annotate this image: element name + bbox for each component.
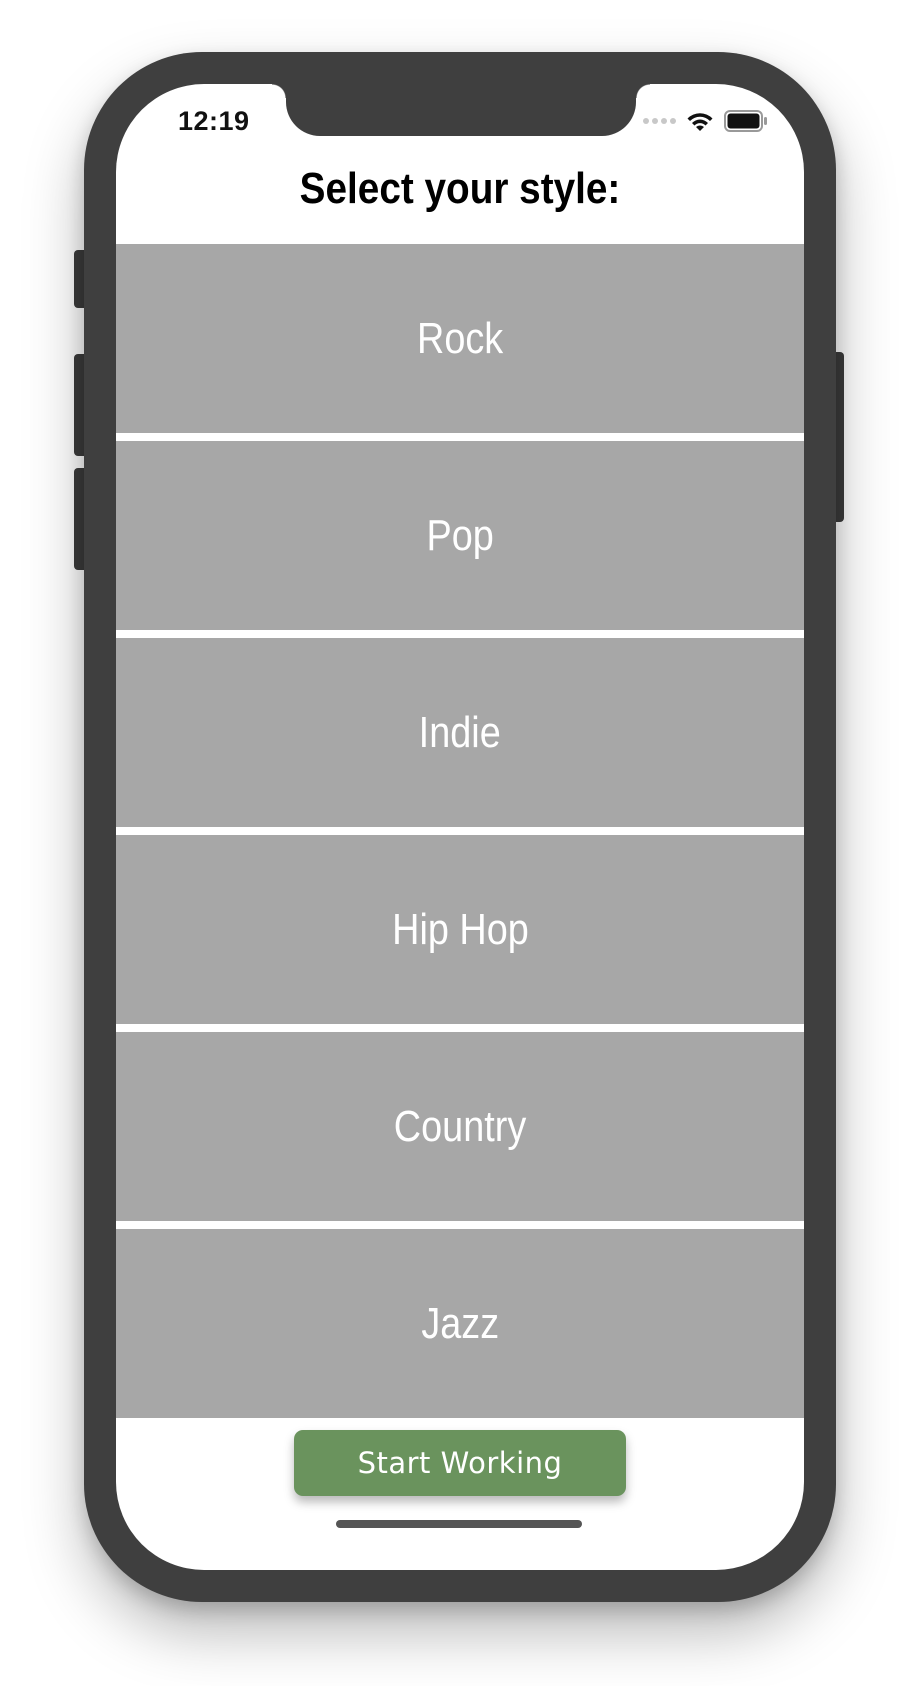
phone-frame: 12:19 Select your style: Rock Pop Indie … bbox=[84, 52, 836, 1602]
wifi-icon bbox=[687, 113, 713, 131]
style-list: Rock Pop Indie Hip Hop Country Jazz bbox=[116, 244, 804, 1418]
style-option-label: Hip Hop bbox=[391, 904, 529, 954]
style-option-label: Pop bbox=[426, 510, 494, 560]
app-screen: 12:19 Select your style: Rock Pop Indie … bbox=[116, 84, 804, 1570]
status-icons bbox=[643, 110, 768, 132]
style-option-label: Country bbox=[393, 1101, 527, 1151]
style-option-pop[interactable]: Pop bbox=[116, 441, 804, 630]
style-option-label: Rock bbox=[416, 313, 504, 363]
style-option-label: Indie bbox=[418, 707, 502, 757]
battery-icon bbox=[724, 110, 767, 132]
signal-icon bbox=[643, 118, 676, 124]
style-option-label: Jazz bbox=[421, 1298, 499, 1348]
style-option-jazz[interactable]: Jazz bbox=[116, 1229, 804, 1418]
home-indicator[interactable] bbox=[336, 1520, 582, 1528]
start-working-button[interactable]: Start Working bbox=[294, 1430, 626, 1496]
page-title: Select your style: bbox=[299, 164, 621, 213]
notch bbox=[272, 84, 650, 136]
style-option-indie[interactable]: Indie bbox=[116, 638, 804, 827]
device-mockup: 12:19 Select your style: Rock Pop Indie … bbox=[0, 0, 918, 1686]
style-option-country[interactable]: Country bbox=[116, 1032, 804, 1221]
status-time: 12:19 bbox=[178, 106, 250, 136]
style-option-rock[interactable]: Rock bbox=[116, 244, 804, 433]
style-option-hip-hop[interactable]: Hip Hop bbox=[116, 835, 804, 1024]
